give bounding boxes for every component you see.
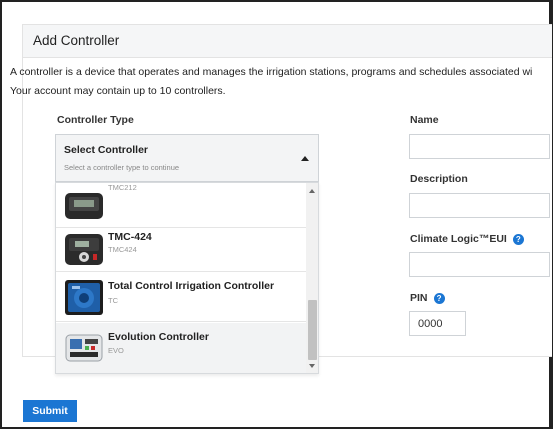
- caret-up-icon[interactable]: [301, 156, 309, 161]
- tmc212-controller-icon: [65, 193, 103, 219]
- controller-type-select[interactable]: Select Controller Select a controller ty…: [55, 134, 319, 182]
- description-label: Description: [410, 173, 468, 185]
- scroll-down-arrow-icon[interactable]: [309, 364, 315, 368]
- option-code: TMC212: [108, 183, 137, 192]
- controller-type-label: Controller Type: [57, 114, 134, 126]
- option-tmc212[interactable]: TMC212: [56, 183, 306, 228]
- scroll-thumb[interactable]: [308, 300, 317, 360]
- option-evolution[interactable]: Evolution Controller EVO: [56, 323, 306, 373]
- evolution-controller-icon: [65, 334, 103, 362]
- dropdown-scrollbar[interactable]: [306, 183, 318, 373]
- pin-label-text: PIN: [410, 292, 428, 304]
- option-tmc424[interactable]: TMC-424 TMC424: [56, 228, 306, 272]
- description-input[interactable]: [409, 193, 550, 218]
- panel-description-line-1: A controller is a device that operates a…: [10, 66, 533, 78]
- name-input[interactable]: [409, 134, 550, 159]
- controller-type-dropdown: TMC212 TMC-424 TMC424 Total Control Irri…: [55, 182, 319, 374]
- panel-description-line-2: Your account may contain up to 10 contro…: [10, 85, 226, 97]
- tmc424-controller-icon: [65, 234, 103, 265]
- option-code: EVO: [108, 346, 124, 355]
- pin-label: PIN?: [410, 292, 445, 304]
- option-code: TC: [108, 296, 118, 305]
- name-label: Name: [410, 114, 439, 126]
- option-code: TMC424: [108, 245, 137, 254]
- climate-logic-label-text: Climate Logic™EUI: [410, 233, 507, 245]
- select-controller-title: Select Controller: [64, 144, 149, 156]
- scroll-up-arrow-icon[interactable]: [309, 189, 315, 193]
- option-total-control[interactable]: Total Control Irrigation Controller TC: [56, 272, 306, 322]
- select-controller-hint: Select a controller type to continue: [64, 163, 180, 172]
- submit-button[interactable]: Submit: [23, 400, 77, 422]
- climate-logic-input[interactable]: [409, 252, 550, 277]
- pin-input[interactable]: [409, 311, 466, 336]
- option-name: TMC-424: [108, 231, 152, 243]
- climate-logic-help-icon[interactable]: ?: [512, 234, 524, 245]
- pin-help-icon[interactable]: ?: [433, 293, 445, 304]
- option-name: Total Control Irrigation Controller: [108, 280, 275, 292]
- climate-logic-label: Climate Logic™EUI?: [410, 233, 524, 245]
- option-name: Evolution Controller: [108, 331, 209, 343]
- total-control-controller-icon: [65, 280, 103, 315]
- panel-title: Add Controller: [23, 25, 552, 58]
